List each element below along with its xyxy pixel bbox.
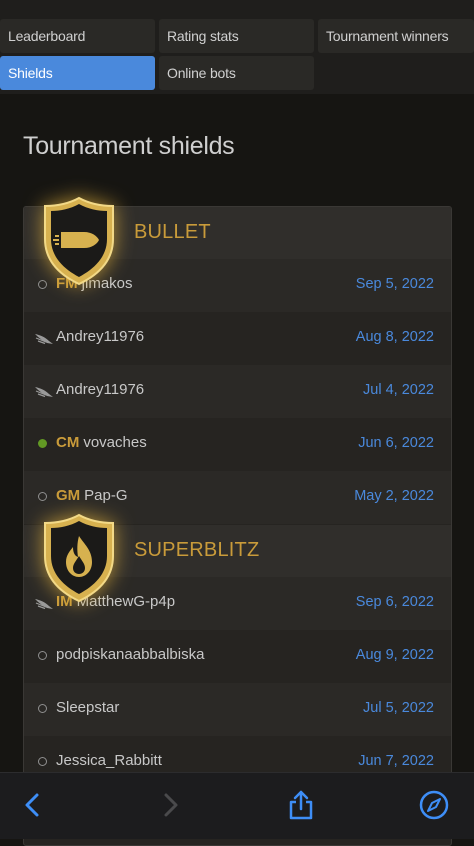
tab-leaderboard[interactable]: Leaderboard — [0, 19, 155, 53]
player-name: Andrey11976 — [56, 328, 145, 345]
winner-row[interactable]: Andrey11976 Aug 8, 2022 — [24, 312, 451, 365]
browser-toolbar — [0, 772, 474, 839]
player-title: GM — [56, 487, 81, 504]
player-name: Sleepstar — [56, 699, 120, 716]
bot-wing-icon — [35, 387, 53, 398]
compass-icon[interactable] — [418, 789, 450, 821]
section-title: BULLET — [134, 221, 211, 243]
superblitz-shield-icon — [44, 513, 114, 603]
tournament-date-link[interactable]: Aug 8, 2022 — [356, 329, 434, 345]
winner-row[interactable]: Sleepstar Jul 5, 2022 — [24, 683, 451, 736]
player-link[interactable]: Jessica_Rabbitt — [56, 752, 162, 769]
page-title: Tournament shields — [23, 132, 235, 160]
player-link[interactable]: Sleepstar — [56, 699, 119, 716]
tab-online-bots[interactable]: Online bots — [159, 56, 314, 90]
online-status-icon — [38, 439, 47, 448]
tab-shields[interactable]: Shields — [0, 56, 155, 90]
tab-bar: Leaderboard Rating stats Tournament winn… — [0, 0, 474, 94]
share-icon[interactable] — [285, 789, 317, 821]
tournament-date-link[interactable]: May 2, 2022 — [354, 488, 434, 504]
offline-status-icon — [38, 704, 47, 713]
player-name: Andrey11976 — [56, 381, 145, 398]
player-link[interactable]: Andrey11976 — [56, 381, 144, 398]
offline-status-icon — [38, 492, 47, 501]
tournament-date-link[interactable]: Jun 6, 2022 — [358, 435, 434, 451]
player-name: Pap-G — [84, 487, 128, 504]
tab-tournament-winners[interactable]: Tournament winners — [318, 19, 474, 53]
tournament-date-link[interactable]: Aug 9, 2022 — [356, 647, 434, 663]
offline-status-icon — [38, 651, 47, 660]
player-link[interactable]: CM vovaches — [56, 434, 147, 451]
tournament-date-link[interactable]: Jul 5, 2022 — [363, 700, 434, 716]
player-name: podpiskanaabbalbiska — [56, 646, 205, 663]
bot-wing-icon — [35, 334, 53, 345]
bullet-shield-icon — [44, 196, 114, 286]
player-link[interactable]: GM Pap-G — [56, 487, 128, 504]
player-link[interactable]: podpiskanaabbalbiska — [56, 646, 204, 663]
chevron-right-icon[interactable] — [154, 789, 186, 821]
winner-row[interactable]: podpiskanaabbalbiska Aug 9, 2022 — [24, 630, 451, 683]
tournament-date-link[interactable]: Sep 6, 2022 — [356, 594, 434, 610]
offline-status-icon — [38, 757, 47, 766]
chevron-left-icon[interactable] — [17, 789, 49, 821]
player-name: vovaches — [83, 434, 147, 451]
player-link[interactable]: Andrey11976 — [56, 328, 144, 345]
winner-row[interactable]: CM vovaches Jun 6, 2022 — [24, 418, 451, 471]
player-name: Jessica_Rabbitt — [56, 752, 162, 769]
tournament-date-link[interactable]: Sep 5, 2022 — [356, 276, 434, 292]
player-title: CM — [56, 434, 80, 451]
tab-rating-stats[interactable]: Rating stats — [159, 19, 314, 53]
tournament-date-link[interactable]: Jun 7, 2022 — [358, 753, 434, 769]
section-title: SUPERBLITZ — [134, 539, 260, 561]
winner-row[interactable]: Andrey11976 Jul 4, 2022 — [24, 365, 451, 418]
tournament-date-link[interactable]: Jul 4, 2022 — [363, 382, 434, 398]
